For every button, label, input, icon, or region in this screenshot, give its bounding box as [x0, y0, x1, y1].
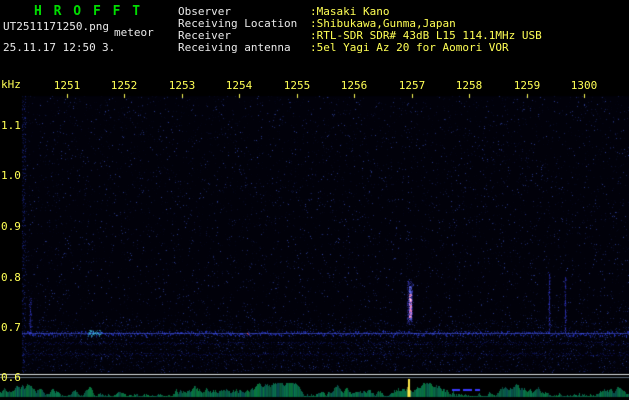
x-tick: 1258	[455, 79, 483, 92]
info-label-receiver: Receiver	[178, 29, 231, 42]
info-label-antenna: Receiving antenna	[178, 41, 291, 54]
x-tick: 1252	[110, 79, 138, 92]
station-label: meteor	[114, 26, 154, 39]
y-tick: 0.8	[1, 271, 21, 284]
spectrogram-canvas	[0, 0, 629, 400]
info-label-observer: Observer	[178, 5, 231, 18]
info-value-receiver: :RTL-SDR SDR# 43dB L15 114.1MHz USB	[310, 29, 542, 42]
x-tick: 1251	[53, 79, 81, 92]
x-tick: 1257	[398, 79, 426, 92]
x-tick: 1253	[168, 79, 196, 92]
info-value-observer: :Masaki Kano	[310, 5, 390, 18]
x-tick: 1255	[283, 79, 311, 92]
y-tick: 1.0	[1, 169, 21, 182]
x-tick: 1256	[340, 79, 368, 92]
x-tick: 1259	[513, 79, 541, 92]
y-tick: 0.9	[1, 220, 21, 233]
hrofft-screenshot: H R O F F T UT2511171250.png meteor 25.1…	[0, 0, 629, 400]
info-value-antenna: :5el Yagi Az 20 for Aomori VOR	[310, 41, 509, 54]
y-tick: 0.6	[1, 371, 21, 384]
filename-label: UT2511171250.png	[3, 20, 109, 33]
info-label-location: Receiving Location	[178, 17, 298, 30]
y-tick: 0.7	[1, 321, 21, 334]
y-axis-unit-label: kHz	[1, 78, 21, 91]
datetime-label: 25.11.17 12:50	[3, 41, 96, 54]
info-value-location: :Shibukawa,Gunma,Japan	[310, 17, 456, 30]
count-label: 3.	[102, 41, 116, 54]
x-tick: 1300	[570, 79, 598, 92]
x-tick: 1254	[225, 79, 253, 92]
y-tick: 1.1	[1, 119, 21, 132]
app-title: H R O F F T	[34, 4, 143, 19]
